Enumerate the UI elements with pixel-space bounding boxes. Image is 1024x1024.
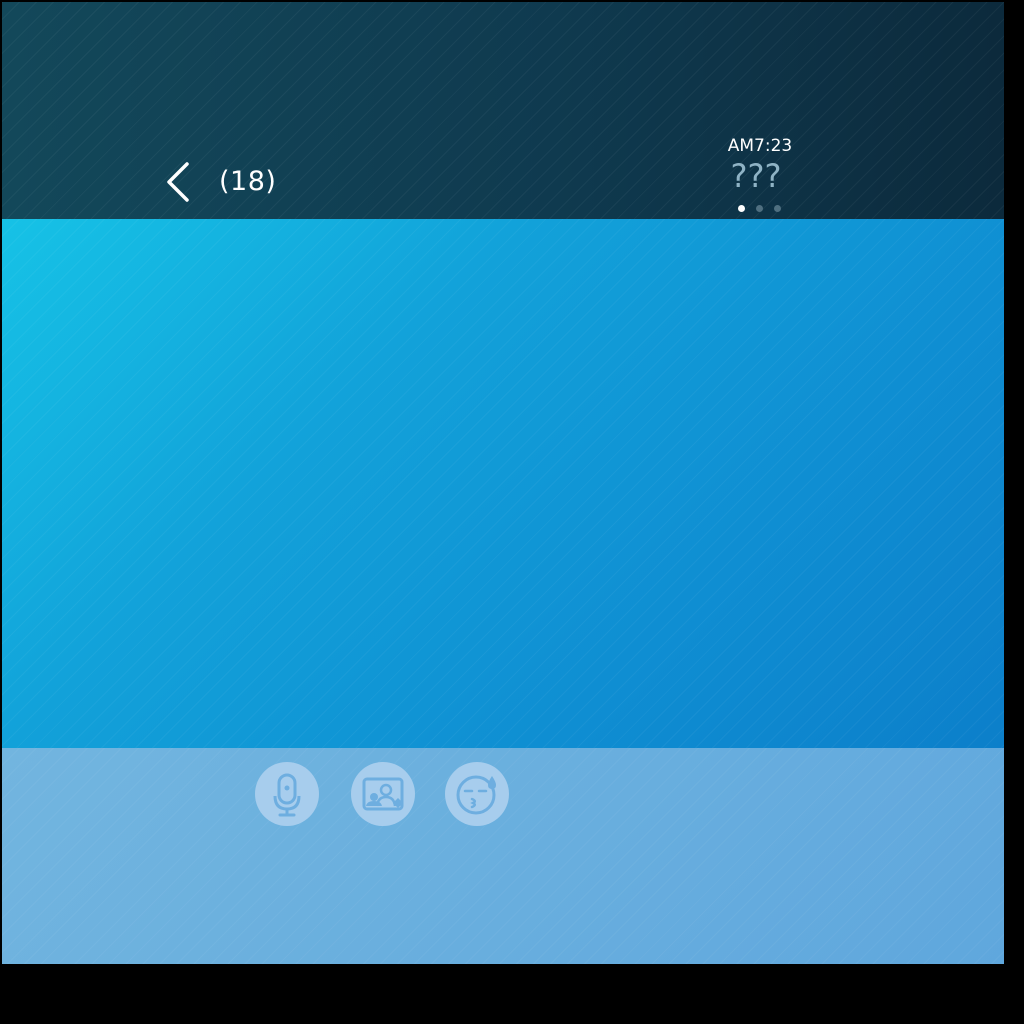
top-bar: (18) AM7:23 ??? [2, 2, 1004, 219]
message-area[interactable] [2, 219, 1004, 748]
page-dot-1 [738, 205, 745, 212]
chevron-left-icon [167, 162, 189, 202]
photo-icon [362, 777, 404, 811]
page-dot-3 [774, 205, 781, 212]
microphone-icon [273, 773, 301, 817]
conversation-title: ??? [730, 157, 782, 195]
back-button[interactable] [157, 154, 197, 210]
photo-button[interactable] [351, 762, 415, 826]
message-count: (18) [219, 166, 277, 197]
emoji-icon [456, 775, 496, 815]
emoji-button[interactable] [445, 762, 509, 826]
app-screen: (18) AM7:23 ??? [2, 2, 1004, 964]
page-dot-2 [756, 205, 763, 212]
voice-input-button[interactable] [255, 762, 319, 826]
page-indicator [737, 205, 787, 215]
clock-time: AM7:23 [727, 136, 793, 156]
